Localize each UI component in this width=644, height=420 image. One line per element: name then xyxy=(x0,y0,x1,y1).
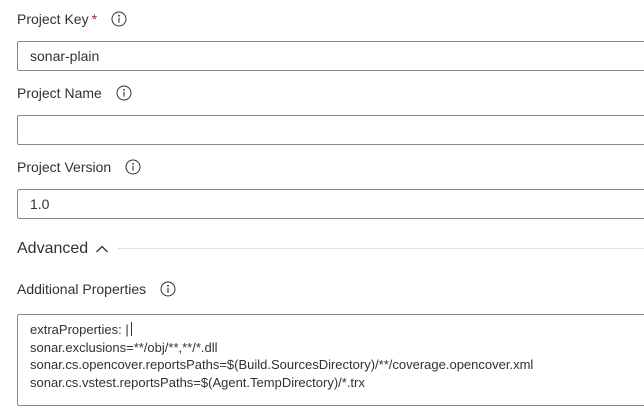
advanced-section-toggle[interactable]: Advanced xyxy=(17,238,109,260)
required-marker: * xyxy=(91,11,98,27)
project-version-label: Project Version xyxy=(17,159,112,175)
project-version-field-box xyxy=(17,189,644,219)
project-key-label: Project Key xyxy=(17,11,89,27)
chevron-up-icon xyxy=(95,244,109,254)
textarea-line: sonar.exclusions=**/obj/**,**/*.dll xyxy=(30,339,218,355)
project-version-input[interactable] xyxy=(18,190,644,218)
info-icon[interactable] xyxy=(125,159,141,175)
textarea-line: sonar.cs.vstest.reportsPaths=$(Agent.Tem… xyxy=(30,374,365,390)
info-icon[interactable] xyxy=(111,11,127,27)
project-key-label-row: Project Key * xyxy=(17,9,127,29)
additional-properties-label: Additional Properties xyxy=(17,281,147,297)
section-divider xyxy=(118,248,644,249)
textarea-line: sonar.cs.opencover.reportsPaths=$(Build.… xyxy=(30,357,534,372)
info-icon[interactable] xyxy=(160,281,176,297)
project-key-input[interactable] xyxy=(18,42,644,70)
additional-properties-textarea[interactable]: extraProperties: | sonar.exclusions=**/o… xyxy=(17,314,644,406)
project-version-label-row: Project Version xyxy=(17,157,141,177)
project-key-field-box xyxy=(17,41,644,71)
textarea-line: extraProperties: | xyxy=(30,321,644,339)
project-name-field-box xyxy=(17,115,644,145)
advanced-settings-form: Project Key * Project Name Project Versi… xyxy=(0,0,644,420)
info-icon[interactable] xyxy=(116,85,132,101)
text-caret xyxy=(130,322,132,336)
advanced-label: Advanced xyxy=(17,240,89,257)
project-name-label: Project Name xyxy=(17,85,102,101)
additional-properties-label-row: Additional Properties xyxy=(17,279,176,299)
project-name-label-row: Project Name xyxy=(17,83,132,103)
project-name-input[interactable] xyxy=(18,116,644,144)
textarea-line-text: extraProperties: | xyxy=(30,322,129,337)
